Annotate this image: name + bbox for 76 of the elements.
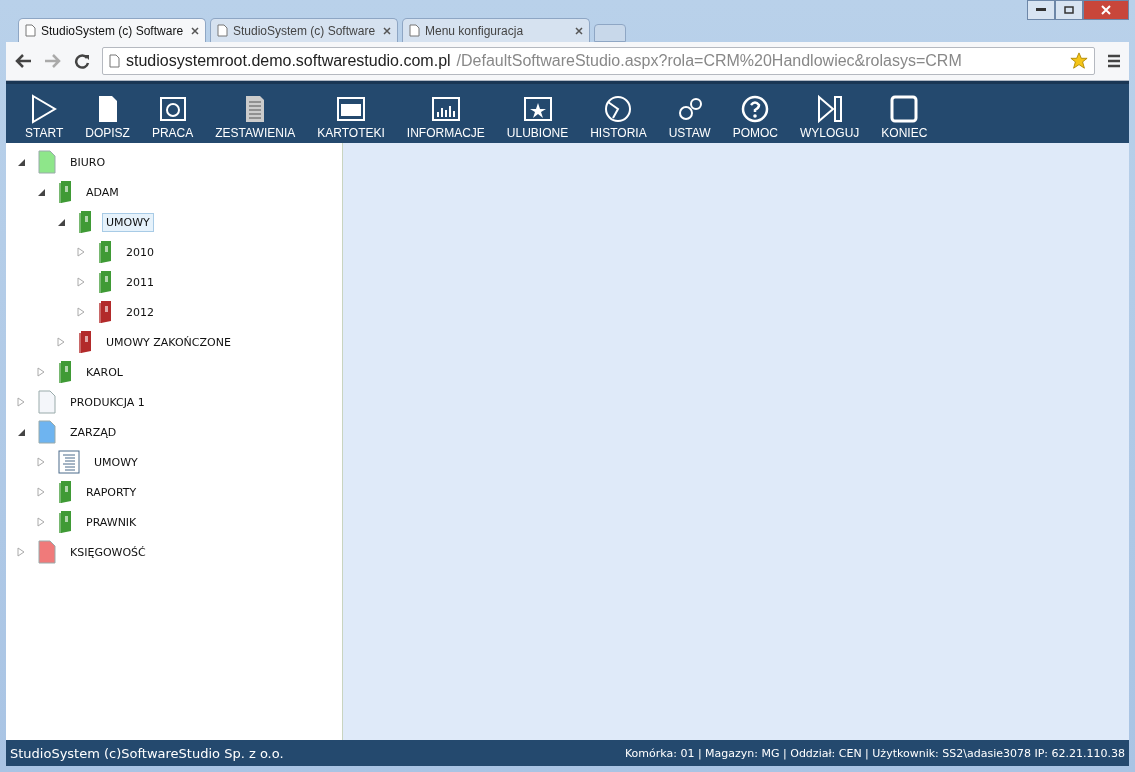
copyright-text: StudioSystem (c)SoftwareStudio Sp. z o.o.	[10, 745, 284, 761]
square-icon	[889, 94, 920, 124]
tree-item[interactable]: 2010	[122, 242, 158, 262]
toolbar-button[interactable]: WYLOGUJ	[789, 94, 871, 140]
toolbar-button[interactable]: KONIEC	[870, 94, 939, 140]
browser-tab[interactable]: StudioSystem (c) Software	[210, 18, 398, 42]
expand-icon[interactable]	[16, 547, 26, 557]
tree-item[interactable]: ADAM	[82, 182, 123, 202]
expand-icon[interactable]	[36, 517, 46, 527]
forward-icon[interactable]	[44, 53, 62, 69]
bar-chart-icon	[430, 94, 461, 124]
page-icon	[25, 24, 36, 37]
page-icon	[217, 24, 228, 37]
address-field[interactable]: studiosystemroot.demo.softwarestudio.com.pl /DefaultSoftwareStudio.aspx?rola=CRM%20Handlowiec&rolasys=CRM	[102, 47, 1095, 75]
help-icon	[740, 94, 771, 124]
tree-item[interactable]: RAPORTY	[82, 482, 141, 502]
tree-item[interactable]: ZARZĄD	[66, 422, 121, 442]
tree-item[interactable]: UMOWY ZAKOŃCZONE	[102, 332, 235, 352]
menu-icon[interactable]	[1107, 54, 1121, 68]
toolbar-button[interactable]: ZESTAWIENIA	[204, 94, 307, 140]
page-icon	[409, 24, 420, 37]
maximize-icon	[1064, 6, 1074, 14]
close-icon[interactable]	[383, 26, 391, 35]
toolbar-button[interactable]: HISTORIA	[579, 94, 658, 140]
expand-icon[interactable]	[16, 397, 26, 407]
session-info: Komórka: 01 | Magazyn: MG | Oddział: CEN | Użytkownik: SS2\adasie3078 IP: 62.21.110.38	[624, 746, 1125, 760]
expand-icon[interactable]	[76, 277, 86, 287]
collapse-icon[interactable]	[56, 217, 66, 227]
window-icon	[336, 94, 367, 124]
browser-tab[interactable]: Menu konfiguracja	[402, 18, 590, 42]
browser-tab[interactable]: StudioSystem (c) Software	[18, 18, 206, 42]
toolbar-button[interactable]: DOPISZ	[74, 94, 141, 140]
tree-item[interactable]: 2011	[122, 272, 158, 292]
tree-item[interactable]: BIURO	[66, 152, 110, 172]
minimize-button[interactable]	[1027, 0, 1055, 20]
url-path: /DefaultSoftwareStudio.aspx?rola=CRM%20Handlowiec&rolasys=CRM	[456, 52, 963, 70]
toolbar-button[interactable]: INFORMACJE	[395, 94, 496, 140]
expand-icon[interactable]	[36, 367, 46, 377]
url-host: studiosystemroot.demo.softwarestudio.com.pl	[126, 52, 451, 70]
tree-item[interactable]: PRAWNIK	[82, 512, 141, 532]
close-icon	[1101, 5, 1111, 15]
close-icon[interactable]	[191, 26, 199, 35]
maximize-button[interactable]	[1055, 0, 1083, 20]
close-button[interactable]	[1083, 0, 1129, 20]
tree-item[interactable]: PRODUKCJA 1	[66, 392, 149, 412]
expand-icon[interactable]	[76, 247, 86, 257]
tree-item[interactable]: KSIĘGOWOŚĆ	[66, 542, 150, 562]
tree-item[interactable]: UMOWY	[90, 452, 142, 472]
close-icon[interactable]	[575, 26, 583, 35]
reload-icon[interactable]	[74, 53, 90, 69]
page-icon	[109, 54, 120, 68]
expand-icon[interactable]	[36, 457, 46, 467]
expand-icon[interactable]	[76, 307, 86, 317]
toolbar-button[interactable]: KARTOTEKI	[306, 94, 396, 140]
list-document-icon	[58, 450, 80, 474]
minimize-icon	[1036, 8, 1046, 12]
toolbar-button[interactable]: ULUBIONE	[495, 94, 580, 140]
expand-icon[interactable]	[56, 337, 66, 347]
tab-title: Menu konfiguracja	[425, 23, 525, 38]
star-icon[interactable]	[1070, 52, 1088, 70]
toolbar-button[interactable]: USTAW	[657, 94, 722, 140]
toolbar-button[interactable]: PRACA	[140, 94, 205, 140]
collapse-icon[interactable]	[16, 157, 26, 167]
toolbar-button[interactable]: START	[14, 94, 75, 140]
back-icon[interactable]	[14, 53, 32, 69]
star-window-icon	[522, 94, 553, 124]
toolbar-button[interactable]: POMOC	[721, 94, 789, 140]
tab-title: StudioSystem (c) Software	[233, 23, 377, 38]
collapse-icon[interactable]	[16, 427, 26, 437]
collapse-icon[interactable]	[36, 187, 46, 197]
tab-title: StudioSystem (c) Software	[41, 23, 185, 38]
tree-item[interactable]: 2012	[122, 302, 158, 322]
tree-item[interactable]: UMOWY	[102, 212, 154, 232]
tree-item[interactable]: KAROL	[82, 362, 127, 382]
expand-icon[interactable]	[36, 487, 46, 497]
clock-window-icon	[157, 94, 188, 124]
